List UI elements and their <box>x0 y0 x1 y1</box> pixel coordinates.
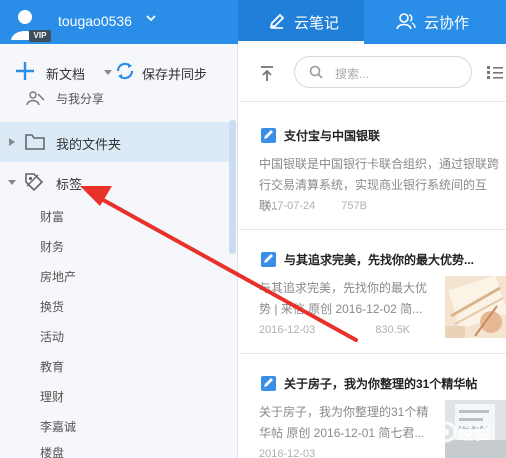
search-placeholder: 搜索... <box>335 67 370 81</box>
users-icon <box>396 13 416 30</box>
watermark-logo: 经验 <box>434 408 506 458</box>
note-snippet: 与其追求完美，先找你的最大优 势 | 来信 原创 2016-12-02 简... <box>259 278 439 320</box>
plus-icon <box>16 62 34 80</box>
snippet-line: 与其追求完美，先找你的最大优 <box>259 281 428 295</box>
chevron-down-icon[interactable] <box>146 11 156 25</box>
note-item[interactable]: 与其追求完美，先找你的最大优势... 与其追求完美，先找你的最大优 势 | 来信… <box>239 238 506 354</box>
sync-icon <box>116 62 134 80</box>
folder-icon <box>25 134 45 150</box>
tag-item[interactable]: 楼盘 <box>40 444 64 458</box>
note-title: 与其追求完美，先找你的最大优势... <box>284 253 475 267</box>
vip-badge: VIP <box>29 30 51 42</box>
snippet-line: 关于房子，我为你整理的31个精 <box>259 405 429 419</box>
search-input[interactable]: 搜索... <box>294 56 472 88</box>
note-doc-icon <box>261 128 276 143</box>
tag-item[interactable]: 活动 <box>40 328 64 346</box>
tab-label: 云协作 <box>424 15 470 32</box>
snippet-line: 中国银联是中国银行卡联合组织，通过银联跨 <box>259 157 500 171</box>
sidebar-item-label: 标签 <box>56 177 83 192</box>
tag-item[interactable]: 理财 <box>40 388 64 406</box>
tab-cloud-notes[interactable]: 云笔记 <box>238 0 364 44</box>
note-title: 关于房子，我为你整理的31个精华帖 <box>284 377 478 391</box>
avatar[interactable]: VIP <box>7 4 51 42</box>
sidebar-scrollbar[interactable] <box>229 120 236 254</box>
note-size: 830.5K <box>375 324 411 336</box>
tag-item[interactable]: 财富 <box>40 208 64 226</box>
username[interactable]: tougao0536 <box>58 13 132 29</box>
expand-right-icon[interactable] <box>8 137 16 147</box>
sidebar-item-shared[interactable]: 与我分享 <box>0 86 230 112</box>
note-list-panel: 搜索... 支付宝与中国银联 中国银联是中国银行卡联合组织，通过银联跨 行交易清… <box>239 44 506 458</box>
collapse-down-icon[interactable] <box>8 177 16 187</box>
app-window: VIP tougao0536 云笔记 云协作 新文档 保存并同步 与我分享 我的… <box>0 0 506 458</box>
save-sync-label: 保存并同步 <box>142 67 208 82</box>
note-meta: 2016-12-03 830.5K <box>259 324 410 336</box>
tag-item[interactable]: 教育 <box>40 358 64 376</box>
watermark-text: 经验 <box>458 424 491 443</box>
tab-cloud-collab[interactable]: 云协作 <box>364 0 506 44</box>
snippet-line: 势 | 来信 原创 2016-12-02 简... <box>259 302 423 316</box>
sidebar: 新文档 保存并同步 与我分享 我的文件夹 标签 财富 财务 房地产 换货 活动 … <box>0 44 238 458</box>
sidebar-item-label: 我的文件夹 <box>56 137 122 152</box>
list-view-icon[interactable] <box>487 65 503 79</box>
tag-item[interactable]: 财务 <box>40 238 64 256</box>
note-thumbnail <box>445 276 506 338</box>
shared-users-icon <box>26 91 45 106</box>
search-icon <box>309 65 323 79</box>
note-date: 2016-12-03 <box>259 448 316 458</box>
new-document-label: 新文档 <box>46 67 86 82</box>
note-list-toolbar: 搜索... <box>239 44 506 102</box>
tag-item[interactable]: 换货 <box>40 298 64 316</box>
caret-down-icon[interactable] <box>104 68 112 76</box>
tab-label: 云笔记 <box>294 15 340 32</box>
tag-icon <box>25 173 44 192</box>
sidebar-item-tags[interactable]: 标签 <box>0 162 230 202</box>
tag-item[interactable]: 房地产 <box>40 268 76 286</box>
snippet-line: 华帖 原创 2016-12-01 简七君... <box>259 426 425 440</box>
note-doc-icon <box>261 376 276 391</box>
note-date: 2017-07-24 <box>259 200 316 212</box>
sidebar-item-my-folder[interactable]: 我的文件夹 <box>0 122 230 162</box>
note-doc-icon <box>261 252 276 267</box>
note-meta: 2017-07-24 757B <box>259 200 367 212</box>
sidebar-item-label: 与我分享 <box>56 92 105 106</box>
note-item[interactable]: 支付宝与中国银联 中国银联是中国银行卡联合组织，通过银联跨 行交易清算系统，实现… <box>239 114 506 230</box>
top-bar: VIP tougao0536 云笔记 云协作 <box>0 0 506 44</box>
go-up-icon[interactable] <box>259 64 275 82</box>
note-date: 2016-12-03 <box>259 324 316 336</box>
note-snippet: 关于房子，我为你整理的31个精 华帖 原创 2016-12-01 简七君... <box>259 402 439 444</box>
pencil-icon <box>269 13 285 29</box>
tag-item[interactable]: 李嘉诚 <box>40 418 76 436</box>
note-size: 757B <box>341 200 367 212</box>
note-title: 支付宝与中国银联 <box>284 129 381 143</box>
note-meta: 2016-12-03 <box>259 448 341 458</box>
